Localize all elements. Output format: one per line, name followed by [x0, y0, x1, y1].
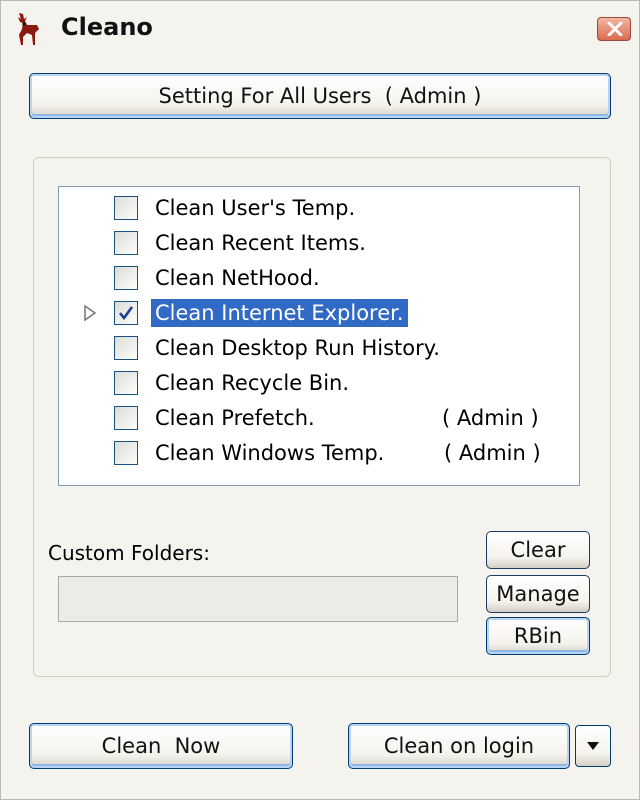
- item-label: Clean Recycle Bin.: [155, 371, 350, 395]
- item-checkbox[interactable]: [114, 336, 138, 360]
- item-checkbox[interactable]: [114, 301, 138, 325]
- chevron-down-icon: [587, 742, 599, 750]
- item-checkbox[interactable]: [114, 266, 138, 290]
- admin-tag: ( Admin ): [444, 441, 541, 465]
- list-item[interactable]: Clean Recycle Bin.: [59, 365, 579, 399]
- expand-arrow-icon[interactable]: [83, 304, 97, 322]
- item-checkbox[interactable]: [114, 196, 138, 220]
- item-checkbox[interactable]: [114, 441, 138, 465]
- item-checkbox[interactable]: [114, 406, 138, 430]
- item-label: Clean NetHood.: [155, 266, 320, 290]
- list-item[interactable]: Clean Windows Temp. ( Admin ): [59, 435, 579, 469]
- list-item[interactable]: Clean Recent Items.: [59, 225, 579, 259]
- list-item[interactable]: Clean Desktop Run History.: [59, 330, 579, 364]
- close-button[interactable]: [597, 17, 631, 41]
- window-title: Cleano: [61, 13, 153, 41]
- list-item[interactable]: Clean User's Temp.: [59, 190, 579, 224]
- list-item[interactable]: Clean NetHood.: [59, 260, 579, 294]
- cleano-window: Cleano Setting For All Users ( Admin ) C…: [0, 0, 640, 800]
- item-label: Clean Desktop Run History.: [155, 336, 440, 360]
- custom-folders-field[interactable]: [58, 576, 458, 622]
- close-icon: [607, 22, 623, 36]
- item-label: Clean User's Temp.: [155, 196, 356, 220]
- clean-now-button[interactable]: Clean Now: [29, 723, 293, 769]
- clean-on-login-button[interactable]: Clean on login: [348, 723, 570, 769]
- item-checkbox[interactable]: [114, 231, 138, 255]
- admin-tag: ( Admin ): [442, 406, 539, 430]
- manage-button[interactable]: Manage: [486, 575, 590, 613]
- item-label: Clean Internet Explorer.: [150, 298, 409, 328]
- clear-button[interactable]: Clear: [486, 531, 590, 569]
- clean-options-dropdown-button[interactable]: [575, 725, 611, 767]
- list-item[interactable]: Clean Internet Explorer.: [59, 295, 579, 329]
- setting-all-users-button[interactable]: Setting For All Users ( Admin ): [29, 73, 611, 119]
- rbin-button[interactable]: RBin: [486, 617, 590, 655]
- item-label: Clean Prefetch.: [155, 406, 315, 430]
- app-deer-icon: [13, 11, 43, 47]
- item-label: Clean Windows Temp.: [155, 441, 385, 465]
- clean-options-list[interactable]: Clean User's Temp. Clean Recent Items. Cle…: [58, 186, 580, 486]
- item-checkbox[interactable]: [114, 371, 138, 395]
- checkmark-icon: [118, 306, 134, 321]
- custom-folders-label: Custom Folders:: [48, 541, 210, 565]
- item-label: Clean Recent Items.: [155, 231, 366, 255]
- list-item[interactable]: Clean Prefetch. ( Admin ): [59, 400, 579, 434]
- title-bar[interactable]: Cleano: [1, 1, 639, 57]
